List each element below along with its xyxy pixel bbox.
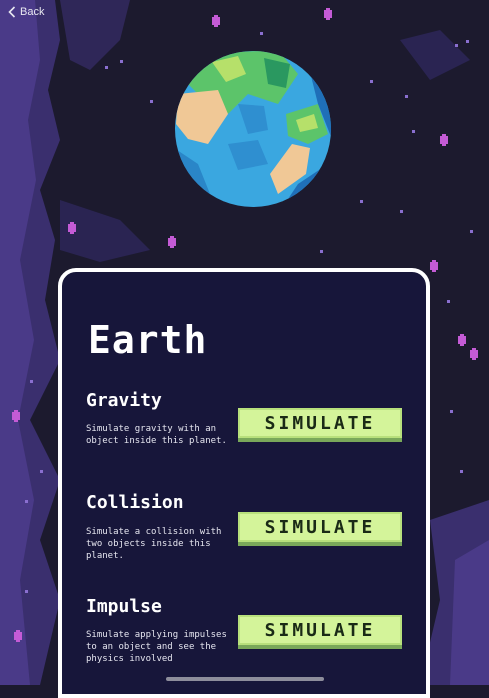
- section-desc-impulse: Simulate applying impulses to an object …: [86, 630, 227, 664]
- section-title-impulse: Impulse: [86, 596, 162, 617]
- section-title-collision: Collision: [86, 492, 184, 513]
- planet-title: Earth: [88, 318, 208, 362]
- chevron-left-icon: [8, 6, 16, 18]
- section-desc-gravity: Simulate gravity with an object inside t…: [86, 424, 227, 446]
- section-title-gravity: Gravity: [86, 390, 162, 411]
- earth-planet-image: [175, 51, 331, 207]
- back-button[interactable]: Back: [8, 6, 44, 18]
- section-desc-collision: Simulate a collision with two objects in…: [86, 527, 222, 561]
- simulate-impulse-button[interactable]: SIMULATE: [238, 615, 402, 645]
- simulate-collision-button[interactable]: SIMULATE: [238, 512, 402, 542]
- simulate-gravity-button[interactable]: SIMULATE: [238, 408, 402, 438]
- back-label: Back: [20, 6, 45, 18]
- home-indicator[interactable]: [166, 677, 324, 681]
